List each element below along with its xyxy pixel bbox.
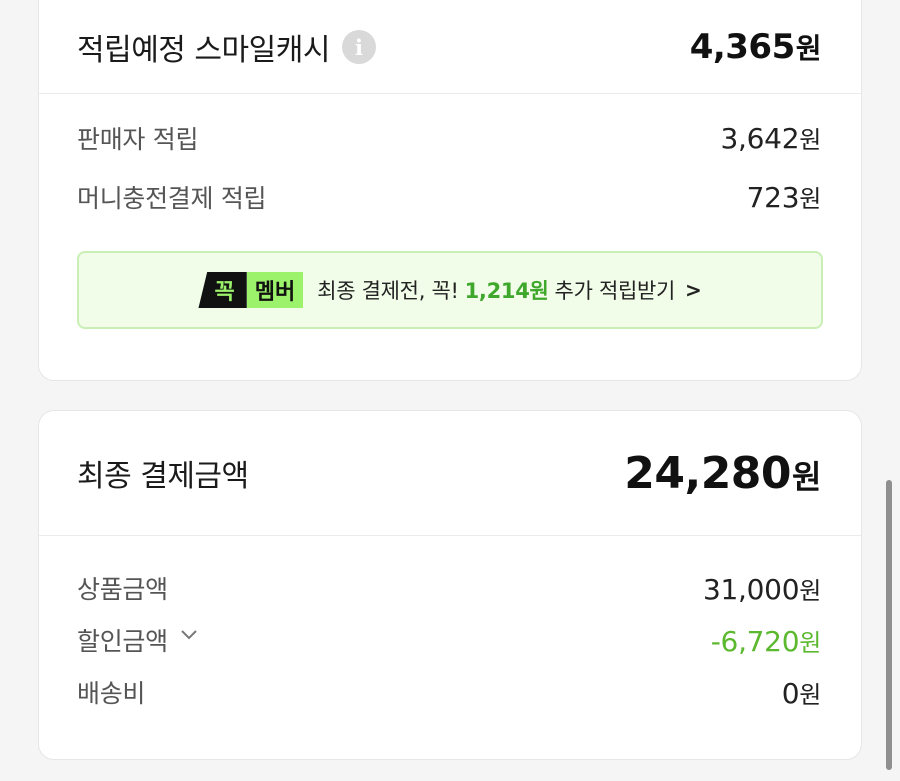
shipping-fee-amount: 0 — [781, 676, 800, 710]
member-promo-banner[interactable]: 꼭 멤버 최종 결제전, 꼭! 1,214원 추가 적립받기 > — [77, 251, 823, 329]
seller-earn-unit: 원 — [799, 126, 821, 154]
product-amount-value: 31,000원 — [703, 571, 821, 606]
product-amount-unit: 원 — [799, 576, 821, 605]
earn-cash-total: 4,365원 — [689, 27, 822, 67]
earn-cash-total-unit: 원 — [795, 32, 822, 65]
info-icon[interactable]: i — [341, 30, 376, 64]
seller-earn-value: 3,642원 — [720, 120, 822, 155]
earn-cash-header: 적립예정 스마일캐시 i 4,365원 — [39, 0, 861, 94]
product-amount-row: 상품금액 31,000원 — [77, 562, 821, 614]
chevron-down-icon[interactable] — [180, 629, 197, 643]
member-badge-black: 꼭 — [198, 272, 247, 308]
chevron-right-icon: > — [685, 278, 702, 302]
product-amount-label: 상품금액 — [77, 575, 168, 604]
discount-amount-label-group[interactable]: 할인금액 — [77, 622, 197, 658]
earn-cash-total-amount: 4,365 — [689, 27, 796, 67]
discount-amount-row[interactable]: 할인금액 -6,720원 — [77, 614, 821, 666]
earn-cash-breakdown: 판매자 적립 3,642원 머니충전결제 적립 723원 — [39, 94, 861, 226]
money-charge-earn-row: 머니충전결제 적립 723원 — [77, 167, 821, 226]
final-payment-card: 최종 결제금액 24,280원 상품금액 31,000원 할인금액 -6,720… — [38, 410, 862, 760]
seller-earn-label: 판매자 적립 — [77, 124, 199, 154]
money-charge-earn-amount: 723 — [746, 181, 800, 214]
discount-amount-amount: -6,720 — [710, 624, 800, 658]
earn-cash-card: 적립예정 스마일캐시 i 4,365원 판매자 적립 3,642원 머니충전결제… — [38, 0, 862, 381]
product-amount-amount: 31,000 — [703, 572, 800, 606]
shipping-fee-unit: 원 — [799, 680, 821, 709]
member-badge-green: 멤버 — [246, 272, 304, 308]
earn-cash-title: 적립예정 스마일캐시 — [77, 33, 330, 68]
discount-amount-value: -6,720원 — [710, 623, 822, 658]
scrollbar[interactable] — [886, 480, 892, 770]
discount-amount-unit: 원 — [799, 628, 821, 657]
final-payment-header: 최종 결제금액 24,280원 — [39, 411, 861, 536]
shipping-fee-value: 0원 — [781, 675, 822, 710]
member-badge-logo: 꼭 멤버 — [198, 272, 304, 308]
money-charge-earn-label: 머니충전결제 적립 — [77, 183, 267, 213]
final-payment-breakdown: 상품금액 31,000원 할인금액 -6,720원 배송비 0원 — [39, 536, 861, 718]
promo-text: 최종 결제전, 꼭! 1,214원 추가 적립받기 > — [317, 275, 702, 305]
shipping-fee-label: 배송비 — [77, 679, 146, 708]
final-payment-total: 24,280원 — [624, 448, 821, 499]
final-payment-total-amount: 24,280 — [624, 447, 792, 499]
promo-text-before: 최종 결제전, 꼭! — [317, 279, 459, 303]
discount-amount-label: 할인금액 — [77, 627, 168, 656]
shipping-fee-row: 배송비 0원 — [77, 666, 821, 718]
money-charge-earn-value: 723원 — [746, 179, 822, 214]
promo-amount: 1,214원 — [464, 279, 549, 303]
final-payment-total-unit: 원 — [792, 457, 821, 496]
money-charge-earn-unit: 원 — [799, 185, 821, 213]
promo-text-after: 추가 적립받기 — [554, 279, 676, 303]
final-payment-title: 최종 결제금액 — [77, 459, 249, 494]
earn-cash-title-group: 적립예정 스마일캐시 i — [77, 25, 376, 69]
seller-earn-amount: 3,642 — [720, 122, 800, 155]
seller-earn-row: 판매자 적립 3,642원 — [77, 108, 821, 167]
